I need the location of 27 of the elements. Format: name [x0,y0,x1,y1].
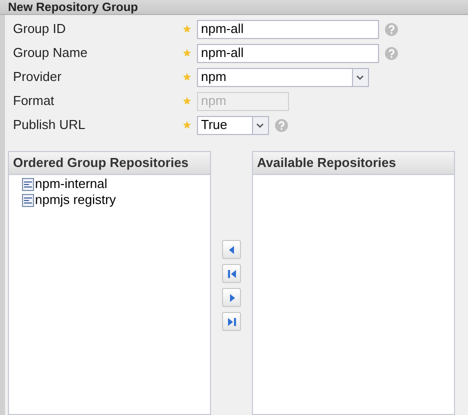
panel-header: Ordered Group Repositories [9,152,210,175]
input-field[interactable]: npm-all [197,20,379,38]
repository-item[interactable]: npm-internal [22,176,210,192]
panel-header: Available Repositories [253,152,454,175]
required-star-icon [183,97,191,105]
dropdown-field[interactable]: True [197,116,269,134]
field-label: Group Name [12,44,88,62]
field-label: Format [12,92,56,110]
field-label: Group ID [12,20,67,38]
field-label: Publish URL [12,116,86,134]
required-star-icon [183,49,191,57]
field-label: Provider [12,68,62,86]
move-left-button[interactable] [222,240,241,259]
repository-icon [22,194,34,206]
caret-icon[interactable] [252,116,268,134]
move-first-button[interactable] [222,264,241,283]
move-right-button[interactable] [222,288,241,307]
required-star-icon [183,73,191,81]
required-star-icon [183,121,191,129]
caret-icon[interactable] [352,68,368,86]
input-field[interactable]: npm-all [197,44,379,62]
repository-icon [22,178,34,190]
required-star-icon [183,25,191,33]
repository-item[interactable]: npmjs registry [22,192,210,208]
window-title: New Repository Group [0,0,468,15]
dropdown-field[interactable]: npm [197,68,369,86]
move-last-button[interactable] [222,312,241,331]
